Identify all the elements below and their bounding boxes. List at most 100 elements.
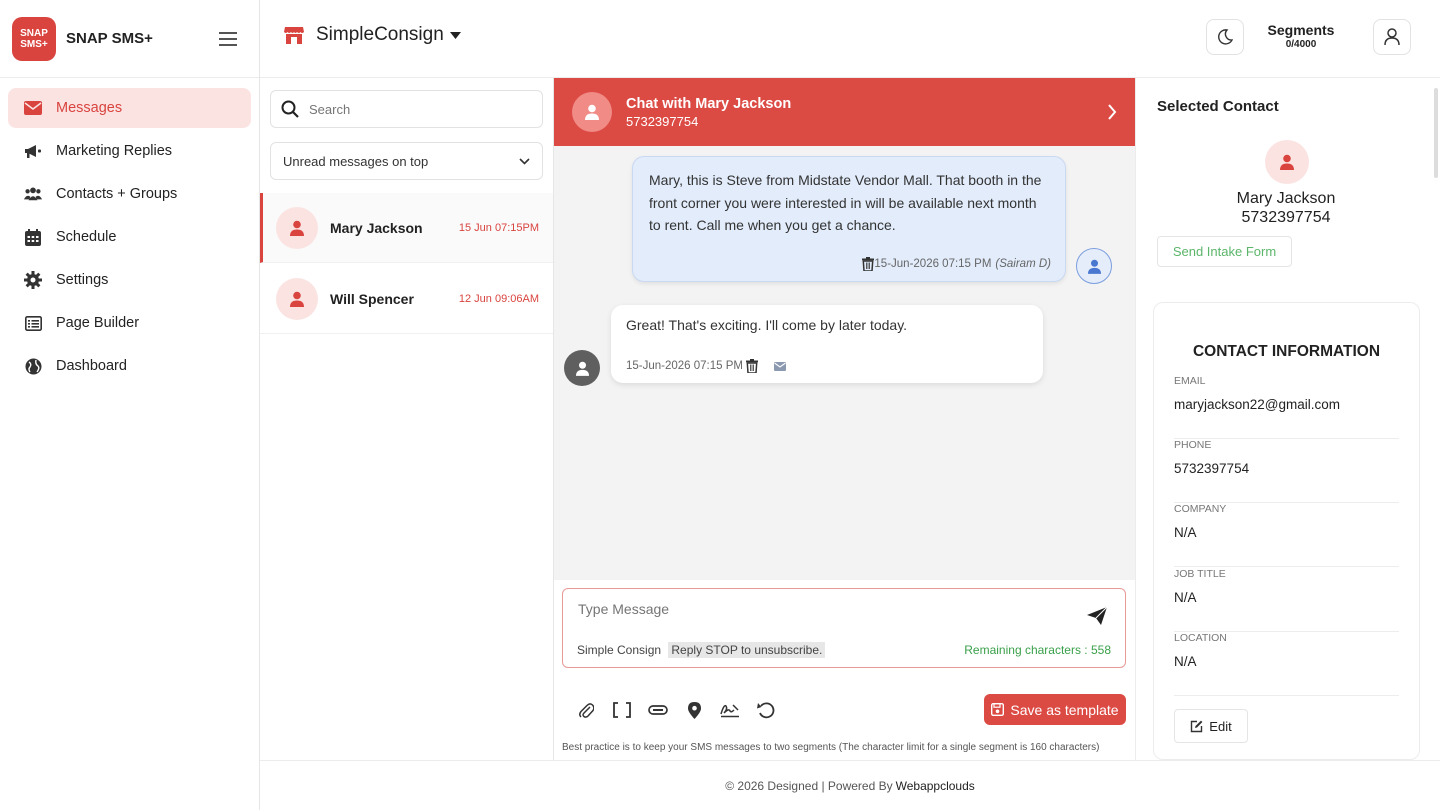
conversation-name: Will Spencer [330, 290, 414, 307]
message-meta: 15-Jun-2026 07:15 PM [626, 359, 786, 373]
save-as-template-label: Save as template [1010, 701, 1119, 718]
app-logo[interactable]: SNAP SMS+ [12, 16, 56, 61]
globe-icon [24, 357, 42, 375]
paperclip-icon[interactable] [568, 698, 604, 722]
conversation-item[interactable]: Will Spencer 12 Jun 09:06AM [260, 264, 553, 334]
outgoing-message: Mary, this is Steve from Midstate Vendor… [632, 156, 1066, 282]
sidebar-item-label: Settings [56, 272, 109, 288]
scrollbar[interactable] [1434, 88, 1438, 178]
company-field: COMPANY N/A [1174, 503, 1399, 567]
chat-title: Chat with Mary Jackson [626, 95, 792, 112]
field-label: COMPANY [1174, 503, 1227, 515]
contact-information-title: CONTACT INFORMATION [1192, 343, 1381, 360]
sidebar-item-label: Messages [56, 100, 123, 116]
message-timestamp: 15-Jun-2026 07:15 PM [874, 258, 992, 270]
search-icon [281, 100, 299, 118]
signature-text: Simple Consign [577, 643, 662, 657]
chevron-right-icon[interactable] [1107, 104, 1117, 120]
contact-information-card: CONTACT INFORMATION EMAIL maryjackson22@… [1153, 302, 1420, 760]
sidebar: SNAP SMS+ SNAP SMS+ Messages Marketing Re… [0, 0, 260, 810]
email-field: EMAIL maryjackson22@gmail.com [1174, 375, 1399, 439]
sidebar-item-label: Schedule [56, 229, 117, 245]
location-field: LOCATION N/A [1174, 632, 1399, 696]
stop-notice: Reply STOP to unsubscribe. [668, 642, 826, 658]
footer-link[interactable]: Webappclouds [896, 779, 975, 793]
conversation-name: Mary Jackson [330, 219, 423, 236]
field-value: N/A [1174, 590, 1197, 605]
store-icon [284, 26, 304, 44]
calendar-icon [24, 228, 42, 246]
contact-name: Mary Jackson [1236, 190, 1336, 207]
trash-icon[interactable] [746, 359, 758, 373]
sidebar-item-messages[interactable]: Messages [8, 88, 251, 128]
list-icon [24, 314, 42, 332]
envelope-icon[interactable] [774, 361, 786, 371]
sidebar-item-marketing-replies[interactable]: Marketing Replies [8, 131, 251, 171]
sidebar-nav: Messages Marketing Replies Contacts + Gr… [0, 78, 259, 386]
signature-icon[interactable] [712, 698, 748, 722]
chat-phone: 5732397754 [626, 113, 699, 129]
footer: © 2026 Designed | Powered By Webappcloud… [260, 760, 1440, 810]
job-title-field: JOB TITLE N/A [1174, 568, 1399, 632]
search-input[interactable] [309, 101, 529, 117]
hamburger-menu-icon[interactable] [219, 31, 237, 46]
message-timestamp: 15-Jun-2026 07:15 PM [626, 360, 743, 372]
field-value: N/A [1174, 654, 1197, 669]
brackets-icon[interactable] [604, 698, 640, 722]
contact-panel-title: Selected Contact [1157, 98, 1279, 115]
field-value: maryjackson22@gmail.com [1174, 397, 1341, 412]
undo-icon[interactable] [748, 698, 784, 722]
trash-icon[interactable] [862, 257, 875, 271]
contact-avatar [564, 350, 600, 386]
field-label: PHONE [1174, 439, 1212, 451]
conversation-time: 15 Jun 07:15PM [458, 221, 539, 234]
search-box[interactable] [270, 90, 543, 128]
contact-name-block: Mary Jackson 5732397754 [1136, 189, 1436, 227]
sidebar-item-settings[interactable]: Settings [8, 260, 251, 300]
message-text: Great! That's exciting. I'll come by lat… [626, 317, 908, 333]
send-icon[interactable] [1087, 607, 1107, 625]
chat-contact-avatar [572, 92, 612, 132]
send-intake-form-button[interactable]: Send Intake Form [1157, 236, 1292, 267]
footer-text: © 2026 Designed | Powered By [725, 778, 893, 793]
sidebar-item-label: Marketing Replies [56, 143, 173, 159]
sidebar-item-contacts-groups[interactable]: Contacts + Groups [8, 174, 251, 214]
contact-avatar [276, 206, 318, 249]
contact-panel: Selected Contact Mary Jackson 5732397754… [1135, 78, 1440, 760]
segments-value: 0/4000 [1285, 39, 1317, 50]
profile-button[interactable] [1373, 19, 1411, 55]
sidebar-item-label: Page Builder [56, 315, 140, 331]
edit-contact-button[interactable]: Edit [1174, 709, 1248, 743]
conversation-list: Unread messages on top Mary Jackson 15 J… [260, 78, 554, 760]
location-pin-icon[interactable] [676, 698, 712, 722]
field-label: LOCATION [1174, 632, 1227, 644]
field-label: JOB TITLE [1174, 568, 1226, 580]
edit-icon [1190, 720, 1203, 733]
conversation-item[interactable]: Mary Jackson 15 Jun 07:15PM [260, 193, 553, 263]
brand-bar: SNAP SMS+ SNAP SMS+ [0, 0, 259, 78]
dark-mode-toggle[interactable] [1206, 19, 1244, 55]
megaphone-icon [24, 142, 42, 160]
contact-avatar [276, 277, 318, 320]
save-as-template-button[interactable]: Save as template [984, 694, 1126, 725]
sidebar-item-schedule[interactable]: Schedule [8, 217, 251, 257]
segments-title: Segments [1267, 22, 1335, 38]
phone-field: PHONE 5732397754 [1174, 439, 1399, 503]
message-input[interactable] [578, 601, 1078, 631]
agent-avatar [1076, 248, 1112, 284]
field-value: N/A [1174, 525, 1197, 540]
link-icon[interactable] [640, 698, 676, 722]
gear-icon [24, 271, 42, 289]
sort-select-value: Unread messages on top [283, 153, 429, 169]
store-selector[interactable]: SimpleConsign [284, 24, 461, 46]
sidebar-item-dashboard[interactable]: Dashboard [8, 346, 251, 386]
remaining-characters: Remaining characters : 558 [964, 643, 1111, 657]
sidebar-item-label: Contacts + Groups [56, 186, 178, 202]
sidebar-item-page-builder[interactable]: Page Builder [8, 303, 251, 343]
message-sender: (Sairam D) [995, 258, 1051, 270]
message-text: Mary, this is Steve from Midstate Vendor… [649, 172, 1042, 233]
users-icon [24, 185, 42, 203]
app-name: SNAP SMS+ [66, 30, 153, 47]
sort-select[interactable]: Unread messages on top [270, 142, 543, 180]
contact-avatar [1265, 140, 1309, 184]
